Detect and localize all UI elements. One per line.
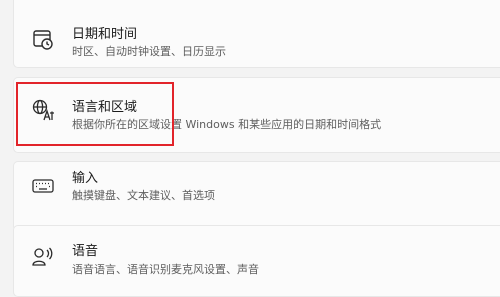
settings-item-speech[interactable]: 语音 语音语言、语音识别麦克风设置、声音 bbox=[13, 225, 500, 297]
speech-icon bbox=[31, 244, 55, 268]
settings-item-subtitle: 根据你所在的区域设置 Windows 和某些应用的日期和时间格式 bbox=[72, 118, 382, 131]
settings-item-title: 日期和时间 bbox=[72, 27, 138, 42]
settings-item-language-region[interactable]: 语言和区域 根据你所在的区域设置 Windows 和某些应用的日期和时间格式 bbox=[13, 77, 500, 153]
clock-calendar-icon bbox=[31, 27, 55, 51]
settings-item-input[interactable]: 输入 触摸键盘、文本建议、首选项 bbox=[13, 161, 500, 231]
settings-item-date-time[interactable]: 日期和时间 时区、自动时钟设置、日历显示 bbox=[13, 0, 500, 68]
settings-item-subtitle: 语音语言、语音识别麦克风设置、声音 bbox=[72, 263, 259, 276]
settings-item-title: 语音 bbox=[72, 244, 99, 259]
settings-item-subtitle: 时区、自动时钟设置、日历显示 bbox=[72, 45, 226, 58]
settings-item-title: 输入 bbox=[72, 171, 99, 186]
settings-item-subtitle: 触摸键盘、文本建议、首选项 bbox=[72, 189, 215, 202]
settings-item-title: 语言和区域 bbox=[72, 100, 138, 115]
language-region-icon bbox=[31, 98, 55, 122]
keyboard-icon bbox=[31, 174, 55, 198]
